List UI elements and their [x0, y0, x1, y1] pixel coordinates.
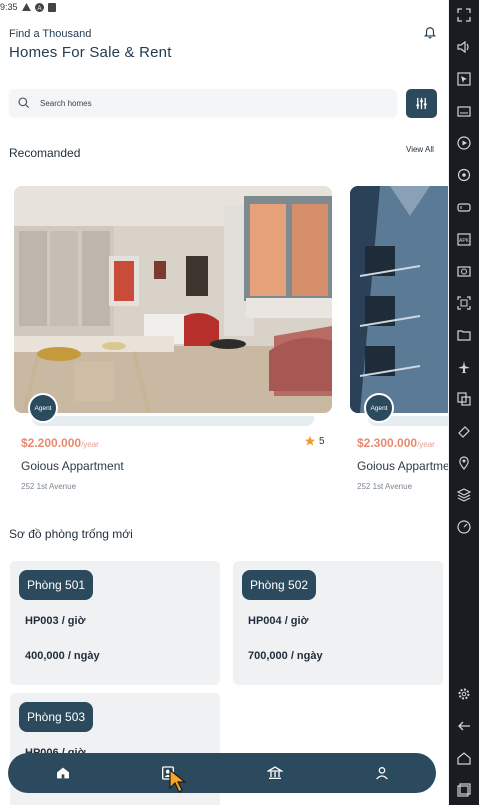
property-rating: 5 — [304, 435, 325, 447]
play-icon[interactable] — [457, 136, 471, 150]
notification-bell-icon[interactable] — [423, 26, 437, 40]
rooms-heading: Sơ đồ phòng trống mới — [9, 527, 133, 541]
app-screen: 9:35 A Find a Thousand Homes For Sale & … — [0, 0, 448, 805]
search-icon — [18, 97, 30, 109]
agent-badge[interactable]: Agent — [364, 393, 394, 423]
price-period: /year — [81, 440, 99, 449]
search-placeholder: Search homes — [40, 98, 92, 108]
property-address: 252 1st Avenue — [21, 482, 77, 491]
a-badge-icon: A — [34, 2, 44, 12]
keyboard-icon[interactable] — [457, 104, 471, 118]
sim-icon — [47, 2, 56, 12]
search-input[interactable]: Search homes — [9, 89, 397, 117]
room-code: HP004 / giờ — [248, 615, 309, 627]
rating-value: 5 — [319, 435, 325, 447]
room-name-chip[interactable]: Phòng 502 — [242, 570, 317, 600]
erase-icon[interactable] — [457, 424, 471, 438]
header-subtitle: Find a Thousand — [9, 28, 92, 40]
back-icon[interactable] — [457, 719, 471, 733]
property-photo[interactable] — [14, 186, 332, 413]
settings-icon[interactable] — [457, 687, 471, 701]
airplane-icon[interactable] — [457, 360, 471, 374]
pointer-icon[interactable] — [457, 72, 471, 86]
speed-icon[interactable] — [457, 520, 471, 534]
room-name-chip[interactable]: Phòng 503 — [19, 702, 94, 732]
filter-sliders-icon — [416, 97, 427, 110]
room-name-chip[interactable]: Phòng 501 — [19, 570, 94, 600]
card-shadow — [32, 416, 314, 426]
property-card[interactable]: Agent $2.200.000/year 5 Goious Appartmen… — [14, 186, 332, 491]
price-value: $2.300.000 — [357, 436, 418, 450]
property-photo[interactable] — [350, 186, 448, 413]
header: Find a Thousand Homes For Sale & Rent — [9, 28, 172, 61]
property-name: Goious Appartment — [357, 459, 448, 473]
bank-icon[interactable] — [267, 765, 283, 781]
volume-icon[interactable] — [457, 40, 471, 54]
record-icon[interactable] — [457, 296, 471, 310]
room-rate: 400,000 / ngày — [25, 650, 100, 662]
building-exterior-image — [350, 186, 448, 413]
fullscreen-icon[interactable] — [457, 8, 471, 22]
apk-icon[interactable]: APK — [457, 232, 471, 246]
location-target-icon[interactable] — [457, 168, 471, 182]
room-rate: 700,000 / ngày — [248, 650, 323, 662]
warning-icon — [21, 3, 31, 11]
recommended-heading: Recomanded — [9, 146, 81, 160]
folder-icon[interactable] — [457, 328, 471, 342]
living-room-image — [14, 186, 332, 413]
agent-badge[interactable]: Agent — [28, 393, 58, 423]
page-title: Homes For Sale & Rent — [9, 44, 172, 61]
filter-button[interactable] — [406, 89, 437, 118]
home-icon[interactable] — [55, 765, 71, 781]
view-all-link[interactable]: View All — [406, 145, 434, 154]
status-bar: 9:35 A — [0, 0, 448, 14]
price-period: /year — [417, 440, 435, 449]
screenshot-icon[interactable] — [457, 264, 471, 278]
copy-icon[interactable] — [457, 392, 471, 406]
mouse-cursor-icon — [169, 768, 187, 793]
status-time: 9:35 — [0, 2, 18, 12]
layers-icon[interactable] — [457, 488, 471, 502]
property-price: $2.300.000/year — [357, 436, 435, 450]
home-icon[interactable] — [457, 751, 471, 765]
property-address: 252 1st Avenue — [357, 482, 413, 491]
recents-icon[interactable] — [457, 783, 471, 797]
price-value: $2.200.000 — [21, 436, 82, 450]
room-card[interactable]: Phòng 501 HP003 / giờ 400,000 / ngày — [10, 561, 220, 685]
property-card[interactable]: Agent $2.300.000/year Goious Appartment … — [350, 186, 448, 491]
property-price: $2.200.000/year — [21, 436, 99, 450]
emulator-sidebar: APK — [449, 0, 479, 805]
gamepad-icon[interactable] — [457, 200, 471, 214]
room-code: HP003 / giờ — [25, 615, 86, 627]
property-name: Goious Appartment — [21, 459, 124, 473]
star-icon — [305, 436, 315, 446]
room-card[interactable]: Phòng 502 HP004 / giờ 700,000 / ngày — [233, 561, 443, 685]
svg-text:APK: APK — [459, 238, 470, 244]
map-pin-icon[interactable] — [457, 456, 471, 470]
bottom-navigation — [8, 753, 436, 793]
profile-icon[interactable] — [374, 765, 390, 781]
